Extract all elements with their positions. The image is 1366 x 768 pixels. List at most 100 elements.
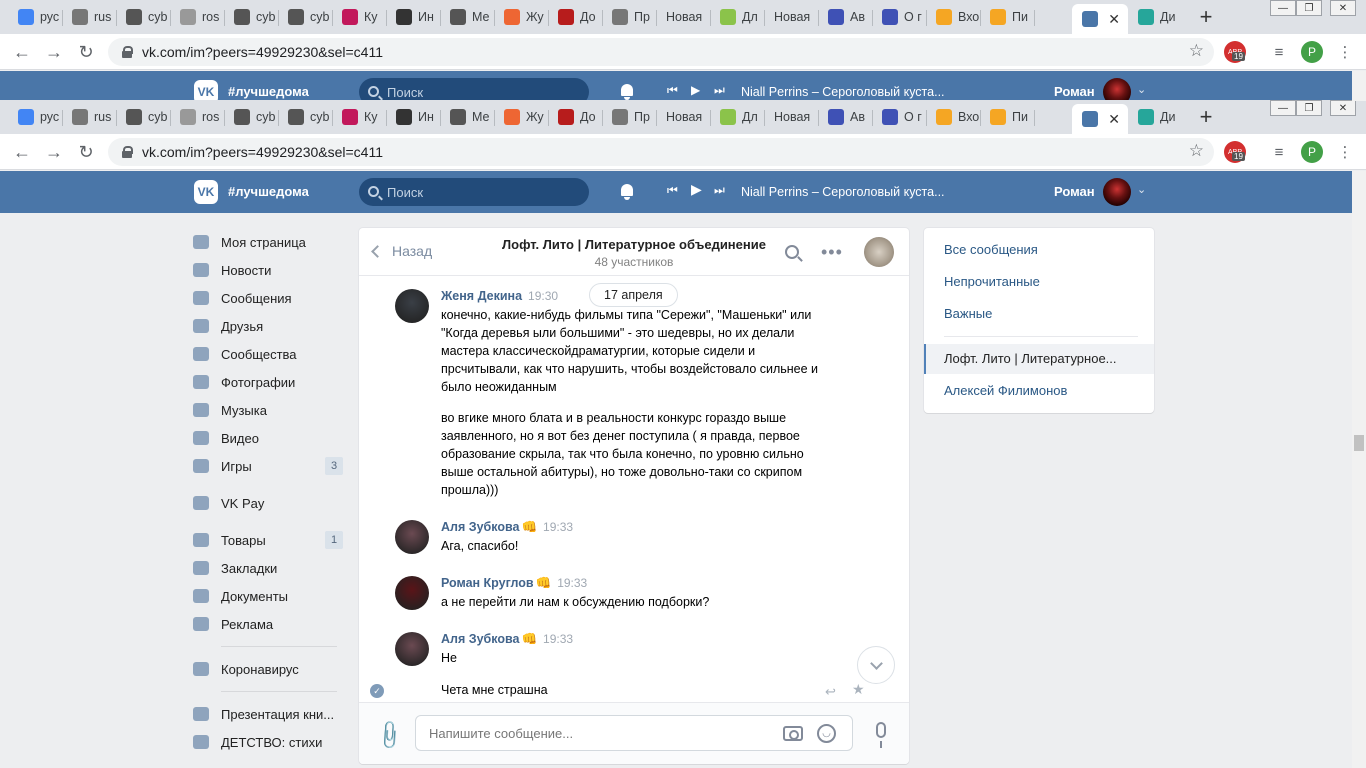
menu-item[interactable]: Документы — [193, 582, 345, 610]
browser-tab[interactable]: ✕ — [1072, 4, 1128, 34]
browser-tab[interactable]: Пр — [602, 4, 656, 30]
reply-icon[interactable]: ↩ — [825, 684, 836, 700]
kebab-menu-icon[interactable]: ⋮ — [1334, 141, 1356, 163]
back-arrow-icon[interactable]: ← — [10, 40, 34, 64]
menu-item[interactable]: Презентация кни... — [193, 700, 345, 728]
bookmark-star-icon[interactable]: ☆ — [1189, 41, 1204, 61]
menu-item[interactable]: Закладки — [193, 554, 345, 582]
bookmark-star-icon[interactable]: ☆ — [1189, 141, 1204, 161]
emoji-icon[interactable]: ◡ — [817, 724, 836, 743]
vk-hashtag[interactable]: #лучшедома — [228, 184, 309, 199]
browser-tab[interactable]: Новая — [764, 104, 818, 130]
message-time[interactable]: 19:33 — [543, 632, 573, 646]
browser-tab[interactable]: Дл — [710, 104, 764, 130]
browser-tab[interactable]: Ин — [386, 4, 440, 30]
browser-tab[interactable]: cyb — [224, 104, 278, 130]
menu-item[interactable]: Моя страница — [193, 228, 345, 256]
microphone-icon[interactable] — [876, 722, 886, 748]
scroll-down-button[interactable] — [857, 646, 895, 684]
minimize-button[interactable]: — — [1270, 0, 1296, 16]
menu-item[interactable]: Фотографии — [193, 368, 345, 396]
browser-tab[interactable]: Вхо — [926, 104, 980, 130]
menu-item[interactable]: Новости — [193, 256, 345, 284]
user-name[interactable]: Роман — [1054, 184, 1095, 199]
current-track[interactable]: Niall Perrins – Сероголовый куста... — [741, 85, 945, 99]
close-window-button[interactable]: ✕ — [1330, 0, 1356, 16]
browser-tab[interactable]: Пи — [980, 104, 1034, 130]
browser-tab[interactable]: Ди — [1128, 4, 1182, 30]
new-tab-button[interactable]: + — [1192, 4, 1220, 30]
vk-search-input[interactable]: Поиск — [359, 78, 589, 101]
adblock-extension-icon[interactable]: ABP19 — [1224, 141, 1246, 163]
vk-logo-icon[interactable]: VK — [194, 80, 218, 101]
lock-icon[interactable] — [122, 146, 133, 158]
browser-tab[interactable]: cyb — [278, 4, 332, 30]
camera-icon[interactable] — [783, 726, 803, 741]
back-arrow-icon[interactable]: ← — [10, 140, 34, 164]
vk-search-input[interactable]: Поиск — [359, 178, 589, 206]
menu-item[interactable]: ДЕТСТВО: стихи — [193, 728, 345, 756]
browser-tab[interactable]: Жу — [494, 104, 548, 130]
browser-tab[interactable]: Ав — [818, 104, 872, 130]
profile-avatar[interactable]: P — [1301, 41, 1323, 63]
author-avatar[interactable] — [395, 520, 429, 554]
close-window-button[interactable]: ✕ — [1330, 100, 1356, 116]
browser-tab[interactable]: ros — [170, 104, 224, 130]
menu-item[interactable]: Сообщения — [193, 284, 345, 312]
menu-item[interactable]: Реклама — [193, 610, 345, 638]
browser-tab[interactable]: Ме — [440, 4, 494, 30]
menu-item[interactable]: Товары 1 — [193, 526, 345, 554]
user-name[interactable]: Роман — [1054, 84, 1095, 99]
chevron-down-icon[interactable]: ⌄ — [1137, 83, 1146, 96]
browser-tab[interactable]: О г — [872, 104, 926, 130]
browser-tab[interactable]: О г — [872, 4, 926, 30]
close-icon[interactable]: ✕ — [1108, 11, 1120, 28]
browser-tab[interactable]: Вхо — [926, 4, 980, 30]
menu-item[interactable]: Коронавирус — [193, 655, 345, 683]
browser-tab[interactable]: Ав — [818, 4, 872, 30]
browser-tab[interactable]: Ме — [440, 104, 494, 130]
checkmark-icon[interactable]: ✓ — [370, 684, 384, 698]
play-icon[interactable]: ▶ — [691, 83, 700, 97]
close-icon[interactable]: ✕ — [1108, 111, 1120, 128]
menu-item[interactable]: Сообщества — [193, 340, 345, 368]
browser-tab[interactable]: рус — [8, 4, 62, 30]
dialog-item-selected[interactable]: Лофт. Лито | Литературное... — [944, 351, 1117, 366]
browser-tab[interactable]: Пр — [602, 104, 656, 130]
minimize-button[interactable]: — — [1270, 100, 1296, 116]
author-name[interactable]: Аля Зубкова 👊 19:33 — [441, 632, 573, 647]
user-avatar[interactable] — [1103, 178, 1131, 206]
vk-logo-icon[interactable]: VK — [194, 180, 218, 204]
browser-tab[interactable]: ✕ — [1072, 104, 1128, 134]
next-track-icon[interactable]: ⏭ — [714, 83, 725, 98]
browser-tab[interactable]: cyb — [278, 104, 332, 130]
search-icon[interactable] — [785, 245, 799, 259]
vk-hashtag[interactable]: #лучшедома — [228, 84, 309, 99]
more-icon[interactable]: ••• — [821, 242, 843, 263]
prev-track-icon[interactable]: ⏮ — [667, 83, 678, 98]
page-scrollbar-top[interactable] — [1352, 71, 1366, 101]
reload-icon[interactable]: ↻ — [74, 40, 98, 64]
prev-track-icon[interactable]: ⏮ — [667, 183, 678, 198]
next-track-icon[interactable]: ⏭ — [714, 183, 725, 198]
browser-tab[interactable]: Дл — [710, 4, 764, 30]
menu-item[interactable]: Музыка — [193, 396, 345, 424]
bell-icon[interactable] — [619, 183, 635, 201]
forward-arrow-icon[interactable]: → — [42, 40, 66, 64]
browser-tab[interactable]: ros — [170, 4, 224, 30]
author-avatar[interactable] — [395, 576, 429, 610]
maximize-button[interactable]: ❐ — [1296, 0, 1322, 16]
filter-unread[interactable]: Непрочитанные — [944, 274, 1040, 289]
bell-icon[interactable] — [619, 83, 635, 101]
menu-item[interactable]: Видео — [193, 424, 345, 452]
dialog-item[interactable]: Алексей Филимонов — [944, 383, 1067, 398]
browser-tab[interactable]: cyb — [116, 4, 170, 30]
page-scrollbar[interactable] — [1352, 171, 1366, 768]
browser-tab[interactable]: Новая — [656, 4, 710, 30]
kebab-menu-icon[interactable]: ⋮ — [1334, 41, 1356, 63]
browser-tab[interactable]: рус — [8, 104, 62, 130]
author-name[interactable]: Роман Круглов 👊 19:33 — [441, 576, 587, 591]
forward-arrow-icon[interactable]: → — [42, 140, 66, 164]
author-name[interactable]: Аля Зубкова 👊 19:33 — [441, 520, 573, 535]
browser-tab[interactable]: До — [548, 4, 602, 30]
